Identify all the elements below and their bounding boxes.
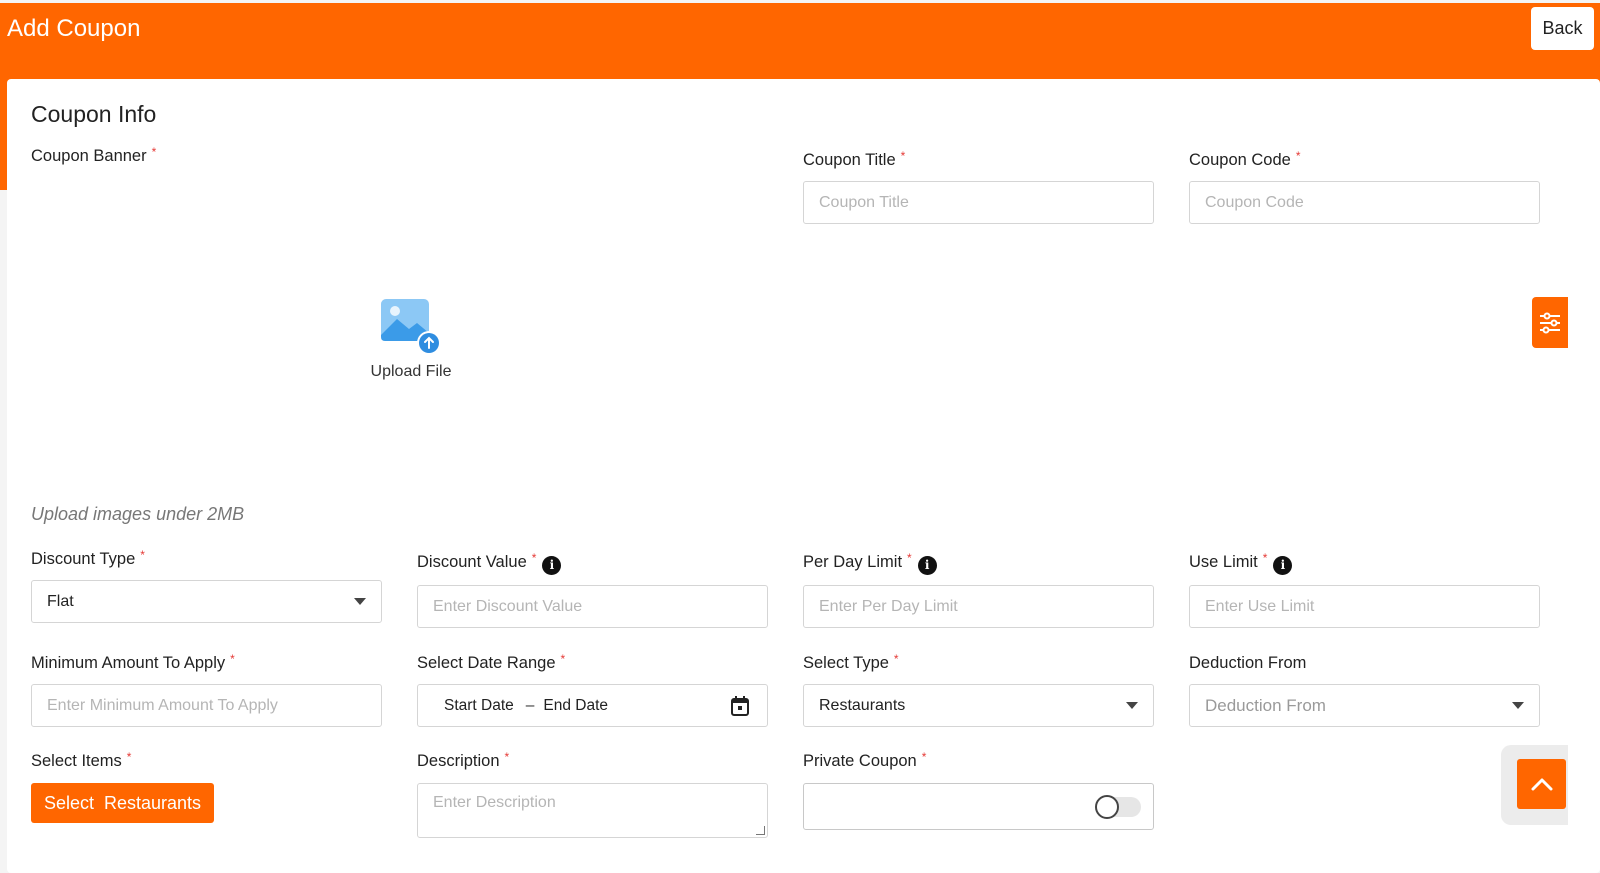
- scroll-to-top-button[interactable]: [1517, 759, 1566, 809]
- coupon-title-label: Coupon Title *: [803, 149, 906, 169]
- resize-handle-icon[interactable]: [756, 826, 765, 835]
- toggle-knob: [1095, 795, 1119, 819]
- discount-value-label: Discount Value * i: [417, 551, 562, 575]
- required-mark: *: [151, 145, 157, 159]
- discount-type-label: Discount Type *: [31, 548, 145, 568]
- coupon-code-label: Coupon Code *: [1189, 149, 1301, 169]
- coupon-form-card: Coupon Info Coupon Banner * Upload File U…: [7, 79, 1600, 873]
- min-amount-input[interactable]: [31, 684, 382, 727]
- date-range-label: Select Date Range *: [417, 652, 566, 672]
- calendar-icon[interactable]: [731, 695, 749, 716]
- description-label: Description *: [417, 750, 510, 770]
- coupon-banner-label: Coupon Banner *: [31, 145, 157, 165]
- required-mark: *: [126, 750, 132, 764]
- per-day-limit-label: Per Day Limit * i: [803, 551, 937, 575]
- sliders-icon: [1540, 312, 1560, 333]
- upload-file-label: Upload File: [370, 363, 452, 380]
- chevron-down-icon: [1512, 702, 1524, 709]
- private-coupon-label: Private Coupon *: [803, 750, 927, 770]
- required-mark: *: [560, 652, 566, 666]
- required-mark: *: [907, 551, 912, 565]
- chevron-down-icon: [354, 598, 366, 605]
- end-date-text[interactable]: End Date: [543, 697, 731, 715]
- private-coupon-field: [803, 783, 1154, 830]
- image-upload-icon: [381, 299, 441, 355]
- banner-upload-zone[interactable]: Upload File: [31, 174, 791, 504]
- scroll-top-container: [1501, 745, 1568, 825]
- required-mark: *: [1295, 149, 1301, 163]
- info-icon[interactable]: i: [917, 556, 937, 575]
- date-range-picker[interactable]: Start Date – End Date: [417, 684, 768, 727]
- select-items-label: Select Items *: [31, 750, 132, 770]
- required-mark: *: [900, 149, 906, 163]
- page-title: Add Coupon: [7, 15, 141, 42]
- chevron-down-icon: [1126, 702, 1138, 709]
- per-day-limit-input[interactable]: [803, 585, 1154, 628]
- select-type-value: Restaurants: [819, 696, 906, 714]
- select-restaurants-button[interactable]: Select Restaurants: [31, 783, 214, 823]
- info-icon[interactable]: i: [542, 556, 562, 575]
- date-separator: –: [525, 696, 535, 714]
- back-button[interactable]: Back: [1531, 7, 1594, 50]
- private-coupon-toggle[interactable]: [1095, 795, 1141, 819]
- required-mark: *: [504, 750, 510, 764]
- info-icon[interactable]: i: [1273, 556, 1293, 575]
- required-mark: *: [531, 551, 537, 565]
- description-textarea[interactable]: [417, 783, 768, 838]
- upload-hint: Upload images under 2MB: [31, 504, 245, 524]
- section-title: Coupon Info: [31, 101, 157, 127]
- required-mark: *: [230, 652, 235, 666]
- discount-value-input[interactable]: [417, 585, 768, 628]
- required-mark: *: [921, 750, 927, 764]
- settings-side-tab[interactable]: [1532, 297, 1568, 348]
- discount-type-value: Flat: [47, 592, 74, 610]
- coupon-title-input[interactable]: [803, 181, 1154, 224]
- chevron-up-icon: [1531, 778, 1552, 791]
- deduction-from-select[interactable]: Deduction From: [1189, 684, 1540, 727]
- coupon-code-input[interactable]: [1189, 181, 1540, 224]
- use-limit-label: Use Limit * i: [1189, 551, 1293, 575]
- start-date-text[interactable]: Start Date: [444, 697, 514, 715]
- deduction-from-placeholder: Deduction From: [1205, 695, 1326, 715]
- select-type-label: Select Type *: [803, 652, 899, 672]
- required-mark: *: [140, 548, 145, 562]
- use-limit-input[interactable]: [1189, 585, 1540, 628]
- required-mark: *: [893, 652, 899, 666]
- select-type-select[interactable]: Restaurants: [803, 684, 1154, 727]
- discount-type-select[interactable]: Flat: [31, 580, 382, 623]
- deduction-from-label: Deduction From: [1189, 654, 1307, 672]
- min-amount-label: Minimum Amount To Apply *: [31, 652, 235, 672]
- required-mark: *: [1262, 551, 1268, 565]
